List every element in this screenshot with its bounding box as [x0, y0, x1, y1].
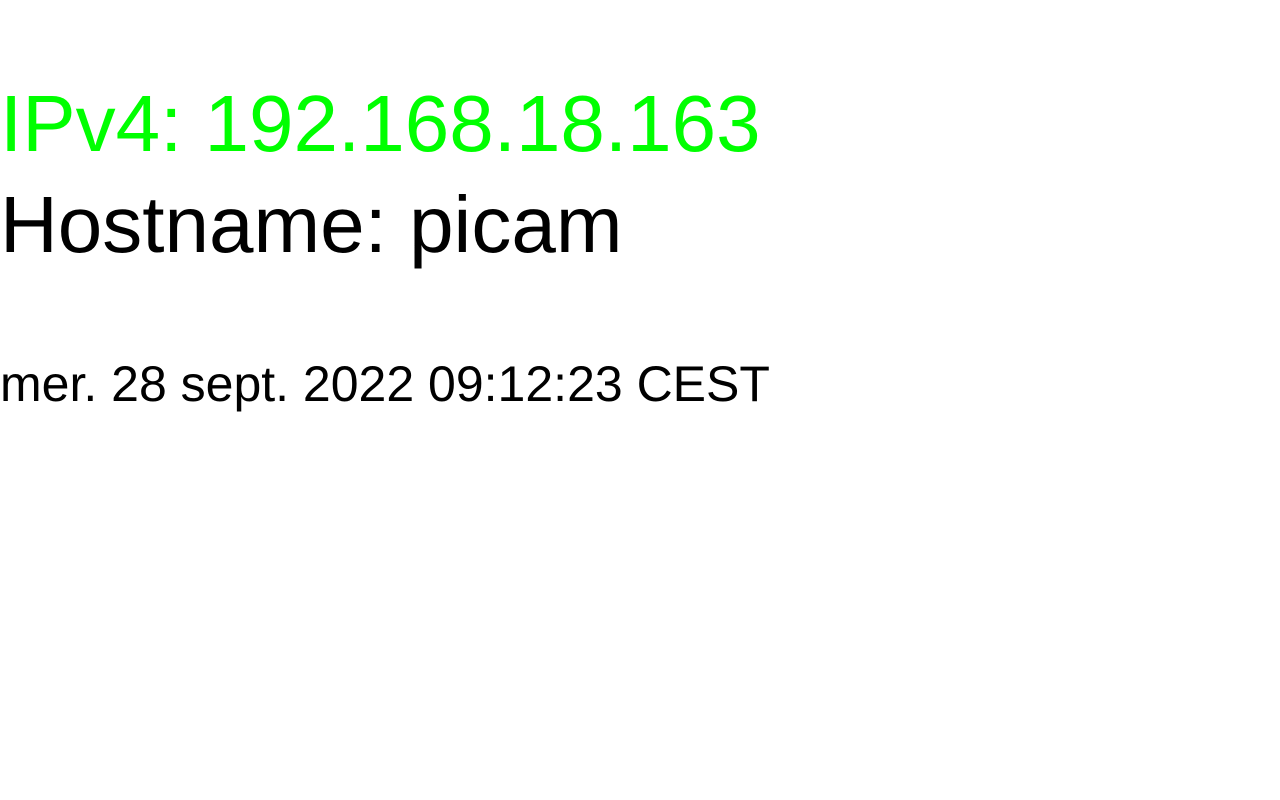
status-screen: IPv4: 192.168.18.163 Hostname: picam mer…: [0, 0, 1280, 800]
hostname: Hostname: picam: [0, 180, 623, 269]
ipv4-address: IPv4: 192.168.18.163: [0, 79, 761, 168]
date-time: mer. 28 sept. 2022 09:12:23 CEST: [0, 356, 770, 412]
